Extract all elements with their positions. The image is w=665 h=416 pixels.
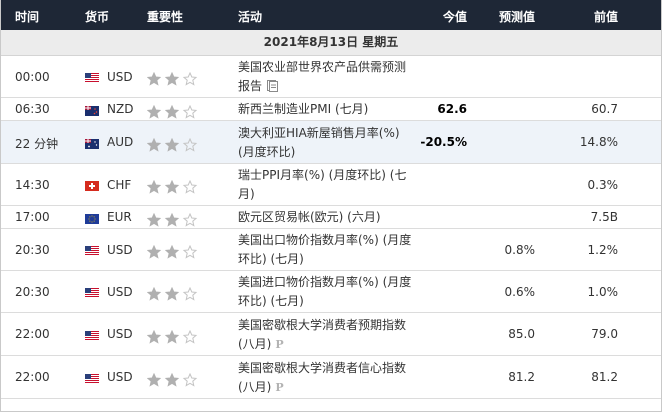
table-row[interactable]: 14:30 CHF 瑞士PPI月率(%) (月度环比) (七月) 0.3% xyxy=(1,164,661,206)
preliminary-marker: P xyxy=(275,380,284,394)
event-name[interactable]: 美国出口物价指数月率(%) (月度环比) (七月) xyxy=(238,231,413,269)
previous-value: 60.7 xyxy=(591,102,618,116)
currency-code: USD xyxy=(107,284,133,299)
importance-stars xyxy=(146,286,201,301)
importance-stars xyxy=(146,137,201,152)
previous-value: 7.5B xyxy=(590,210,618,224)
table-header: 时间 货币 重要性 活动 今值 预测值 前值 xyxy=(1,0,661,30)
importance-stars xyxy=(146,104,201,119)
event-label[interactable]: 美国密歇根大学消费者信心指数 (八月) xyxy=(238,361,406,394)
event-time: 00:00 xyxy=(15,69,50,84)
event-label[interactable]: 瑞士PPI月率(%) (月度环比) (七月) xyxy=(238,168,406,201)
us-flag xyxy=(85,330,99,341)
forecast-value: 85.0 xyxy=(508,327,535,341)
document-icon[interactable] xyxy=(267,79,279,98)
header-forecast: 预测值 xyxy=(498,10,535,24)
table-row[interactable]: 00:00 USD 美国农业部世界农产品供需预测报告 xyxy=(1,56,661,98)
header-previous: 前值 xyxy=(593,10,618,24)
eu-flag xyxy=(85,213,99,224)
importance-stars xyxy=(146,329,201,344)
importance-stars xyxy=(146,244,201,259)
economic-calendar-table: 时间 货币 重要性 活动 今值 预测值 前值 2021年8月13日 星期五 00… xyxy=(0,0,662,412)
preliminary-marker: P xyxy=(275,337,284,351)
event-time: 14:30 xyxy=(15,177,50,192)
au-flag xyxy=(85,138,99,149)
actual-value: 62.6 xyxy=(437,102,467,116)
nz-flag xyxy=(85,105,99,116)
event-name[interactable]: 美国密歇根大学消费者预期指数 (八月) P xyxy=(238,316,413,354)
us-flag xyxy=(85,72,99,83)
table-row[interactable]: 20:30 USD 美国出口物价指数月率(%) (月度环比) (七月) 0.8% 1.2… xyxy=(1,229,661,271)
event-name[interactable]: 美国密歇根大学消费者信心指数 (八月) P xyxy=(238,359,413,397)
importance-stars xyxy=(146,179,201,194)
event-name[interactable]: 美国农业部世界农产品供需预测报告 xyxy=(238,58,413,98)
event-label[interactable]: 美国出口物价指数月率(%) (月度环比) (七月) xyxy=(238,233,411,266)
event-name[interactable]: 澳大利亚HIA新屋销售月率(%) (月度环比) xyxy=(238,124,413,162)
previous-value: 0.3% xyxy=(587,177,619,192)
event-label[interactable]: 欧元区贸易帐(欧元) (六月) xyxy=(238,210,381,224)
ch-flag xyxy=(85,180,99,191)
event-time: 20:30 xyxy=(15,284,50,299)
actual-value: -20.5% xyxy=(420,135,467,149)
event-name[interactable]: 瑞士PPI月率(%) (月度环比) (七月) xyxy=(238,166,413,204)
currency-code: AUD xyxy=(107,135,134,149)
event-label[interactable]: 美国农业部世界农产品供需预测报告 xyxy=(238,60,406,93)
previous-value: 1.0% xyxy=(587,284,619,299)
event-time: 22:00 xyxy=(15,327,50,341)
event-name[interactable]: 欧元区贸易帐(欧元) (六月) xyxy=(238,208,413,227)
event-time: 06:30 xyxy=(15,102,50,116)
previous-value: 79.0 xyxy=(591,327,618,341)
event-label[interactable]: 新西兰制造业PMI (七月) xyxy=(238,102,368,116)
importance-stars xyxy=(146,212,201,227)
currency-code: USD xyxy=(107,370,133,384)
table-row[interactable]: 17:00 EUR 欧元区贸易帐(欧元) (六月) 7.5B xyxy=(1,206,661,229)
forecast-value: 81.2 xyxy=(508,370,535,384)
header-event: 活动 xyxy=(238,10,263,24)
event-time: 17:00 xyxy=(15,210,50,224)
previous-value: 81.2 xyxy=(591,370,618,384)
currency-code: NZD xyxy=(107,102,134,116)
event-label[interactable]: 澳大利亚HIA新屋销售月率(%) (月度环比) xyxy=(238,126,400,159)
header-actual: 今值 xyxy=(442,10,467,24)
header-time: 时间 xyxy=(15,10,40,24)
previous-value: 14.8% xyxy=(579,135,618,149)
event-time: 22:00 xyxy=(15,370,50,384)
forecast-value: 0.6% xyxy=(504,284,536,299)
importance-stars xyxy=(146,372,201,387)
table-row[interactable]: 22:00 USD 美国密歇根大学消费者预期指数 (八月) P 85.0 79.0 xyxy=(1,313,661,356)
table-row[interactable]: 20:30 USD 美国进口物价指数月率(%) (月度环比) (七月) 0.6% 1.0… xyxy=(1,271,661,313)
previous-value: 1.2% xyxy=(587,242,619,257)
header-importance: 重要性 xyxy=(147,10,184,24)
date-row: 2021年8月13日 星期五 xyxy=(1,30,661,56)
us-flag xyxy=(85,245,99,256)
event-time: 22 分钟 xyxy=(15,137,59,151)
event-name[interactable]: 新西兰制造业PMI (七月) xyxy=(238,100,413,119)
currency-code: EUR xyxy=(107,210,132,224)
event-label[interactable]: 美国进口物价指数月率(%) (月度环比) (七月) xyxy=(238,275,411,308)
event-label[interactable]: 美国密歇根大学消费者预期指数 (八月) xyxy=(238,318,406,351)
header-currency: 货币 xyxy=(85,10,110,24)
event-name[interactable]: 美国进口物价指数月率(%) (月度环比) (七月) xyxy=(238,273,413,311)
us-flag xyxy=(85,373,99,384)
currency-code: USD xyxy=(107,69,133,84)
us-flag xyxy=(85,287,99,298)
table-row[interactable]: 22 分钟 AUD 澳大利亚HIA新屋销售月率(%) (月度环比) -20.5% 14.… xyxy=(1,121,661,164)
forecast-value: 0.8% xyxy=(504,242,536,257)
table-row[interactable]: 22:00 USD 美国密歇根大学消费者信心指数 (八月) P 81.2 81.2 xyxy=(1,356,661,399)
currency-code: USD xyxy=(107,242,133,257)
currency-code: CHF xyxy=(107,177,132,192)
table-row[interactable]: 06:30 NZD 新西兰制造业PMI (七月) 62.6 60.7 xyxy=(1,98,661,121)
event-time: 20:30 xyxy=(15,242,50,257)
currency-code: USD xyxy=(107,327,133,341)
importance-stars xyxy=(146,71,201,86)
